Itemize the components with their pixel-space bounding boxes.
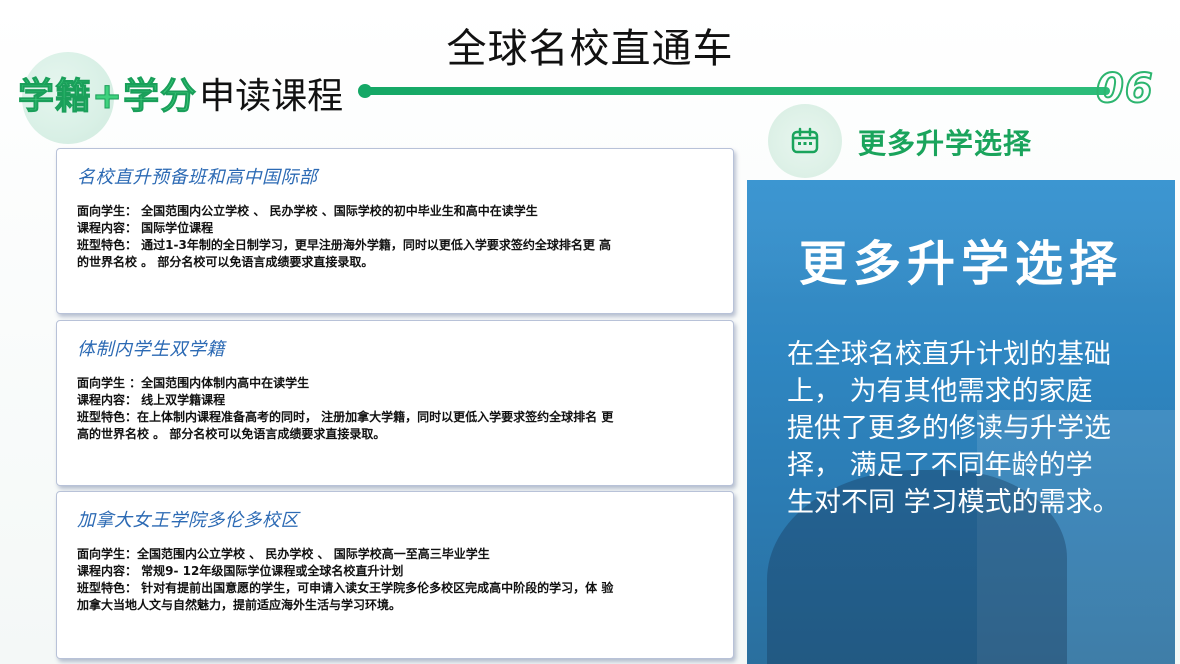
program-card-line: 加拿大当地人文与自然魅力，提前适应海外生活与学习环境。: [77, 598, 402, 612]
program-card: 名校直升预备班和高中国际部 面向学生： 全国范围内公立学校 、 民办学校 、国际…: [56, 148, 734, 314]
program-card-line: 的世界名校 。 部分名校可以免语言成绩要求直接录取。: [77, 255, 374, 269]
photo-panel: 更多升学选择 在全球名校直升计划的基础 上， 为有其他需求的家庭 提供了更多的修…: [747, 180, 1175, 664]
panel-body-text: 在全球名校直升计划的基础 上， 为有其他需求的家庭 提供了更多的修读与升学选 择…: [787, 339, 1120, 518]
program-card-title: 体制内学生双学籍: [77, 339, 225, 360]
subtitle-text: 申读课程: [199, 76, 344, 117]
program-card-line: 课程内容： 线上双学籍课程: [77, 393, 226, 407]
subtitle-highlight: 学籍+学分: [17, 76, 198, 118]
program-card-line: 班型特色： 针对有提前出国意愿的学生，可申请入读女王学院多伦多校区完成高中阶段的…: [77, 581, 614, 595]
program-card-line: 班型特色： 通过1-3年制的全日制学习，更早注册海外学籍，同时以更低入学要求签约…: [77, 238, 612, 252]
program-card: 加拿大女王学院多伦多校区 面向学生：全国范围内公立学校 、 民办学校 、 国际学…: [56, 491, 734, 659]
program-card: 体制内学生双学籍 面向学生 ：全国范围内体制内高中在读学生 课程内容： 线上双学…: [56, 320, 734, 486]
program-card-line: 面向学生 ：全国范围内体制内高中在读学生: [77, 376, 310, 390]
calendar-icon: [791, 127, 819, 154]
title-divider-line: [358, 84, 1110, 98]
program-card-line: 面向学生：全国范围内公立学校 、 民办学校 、 国际学校高一至高三毕业学生: [77, 547, 490, 561]
program-card-title: 名校直升预备班和高中国际部: [77, 167, 318, 188]
program-card-line: 面向学生： 全国范围内公立学校 、 民办学校 、国际学校的初中毕业生和高中在读学…: [77, 204, 538, 218]
subtitle: 学籍+学分 申读课程: [17, 70, 344, 118]
page-title: 全球名校直通车: [446, 26, 734, 72]
calendar-icon-badge: [768, 104, 842, 178]
program-card-line: 课程内容： 国际学位课程: [77, 221, 214, 235]
panel-title: 更多升学选择: [798, 236, 1123, 292]
section-heading: 更多升学选择: [858, 127, 1033, 160]
program-card-line: 课程内容： 常规9- 12年级国际学位课程或全球名校直升计划: [77, 564, 404, 578]
page-number: 06: [1095, 65, 1154, 113]
program-card-line: 班型特色：在上体制内课程准备高考的同时， 注册加拿大学籍，同时以更低入学要求签约…: [77, 410, 614, 424]
program-card-line: 高的世界名校 。 部分名校可以免语言成绩要求直接录取。: [77, 427, 386, 441]
program-card-title: 加拿大女王学院多伦多校区: [77, 510, 299, 531]
